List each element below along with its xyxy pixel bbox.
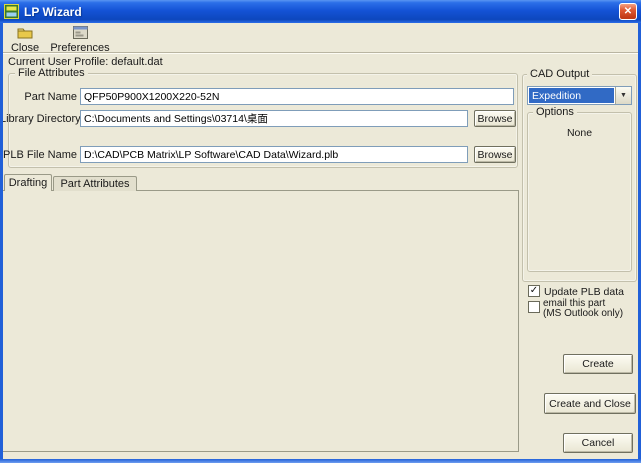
email-part-label-line2: (MS Outlook only) — [543, 309, 623, 319]
preferences-icon — [73, 26, 88, 42]
cancel-button[interactable]: Cancel — [563, 433, 633, 453]
options-legend: Options — [533, 106, 577, 118]
options-none-text: None — [527, 127, 632, 139]
tab-part-attributes[interactable]: Part Attributes — [53, 176, 137, 191]
window-close-button[interactable]: ✕ — [619, 3, 637, 20]
library-directory-browse-button[interactable]: Browse — [474, 110, 516, 127]
cad-output-selected-value: Expedition — [528, 87, 615, 104]
cad-output-legend: CAD Output — [527, 68, 592, 80]
app-icon — [4, 4, 19, 19]
update-plb-checkbox[interactable]: ✓ — [528, 285, 540, 297]
plb-file-name-browse-button[interactable]: Browse — [474, 146, 516, 163]
library-directory-input[interactable] — [80, 110, 468, 127]
close-tool-icon — [17, 26, 33, 42]
close-icon: ✕ — [624, 6, 632, 17]
window-frame-left — [0, 23, 3, 463]
drafting-tab-panel — [2, 190, 519, 452]
cad-output-dropdown-button[interactable]: ▼ — [615, 87, 631, 104]
email-part-checkbox[interactable] — [528, 301, 540, 313]
check-icon: ✓ — [530, 285, 538, 296]
update-plb-label: Update PLB data — [544, 286, 624, 298]
toolbar-separator — [0, 52, 641, 54]
toolbar-preferences-button[interactable]: Preferences — [47, 25, 113, 51]
file-attributes-legend: File Attributes — [15, 67, 88, 79]
toolbar-close-button[interactable]: Close — [4, 25, 46, 51]
window-title: LP Wizard — [24, 5, 82, 19]
plb-file-name-input[interactable] — [80, 146, 468, 163]
tab-drafting[interactable]: Drafting — [4, 174, 52, 191]
chevron-down-icon: ▼ — [620, 92, 627, 99]
library-directory-label: Library Directory — [0, 113, 77, 125]
part-name-input[interactable] — [80, 88, 514, 105]
window-frame-bottom — [0, 459, 641, 463]
part-name-label: Part Name — [2, 91, 77, 103]
create-button[interactable]: Create — [563, 354, 633, 374]
lp-wizard-window: LP Wizard ✕ Close Preferences Current Us… — [0, 0, 641, 463]
plb-file-name-label: PLB File Name — [2, 149, 77, 161]
create-and-close-button[interactable]: Create and Close — [544, 393, 636, 414]
cad-output-combobox[interactable]: Expedition ▼ — [527, 86, 632, 105]
titlebar[interactable]: LP Wizard ✕ — [0, 0, 641, 23]
